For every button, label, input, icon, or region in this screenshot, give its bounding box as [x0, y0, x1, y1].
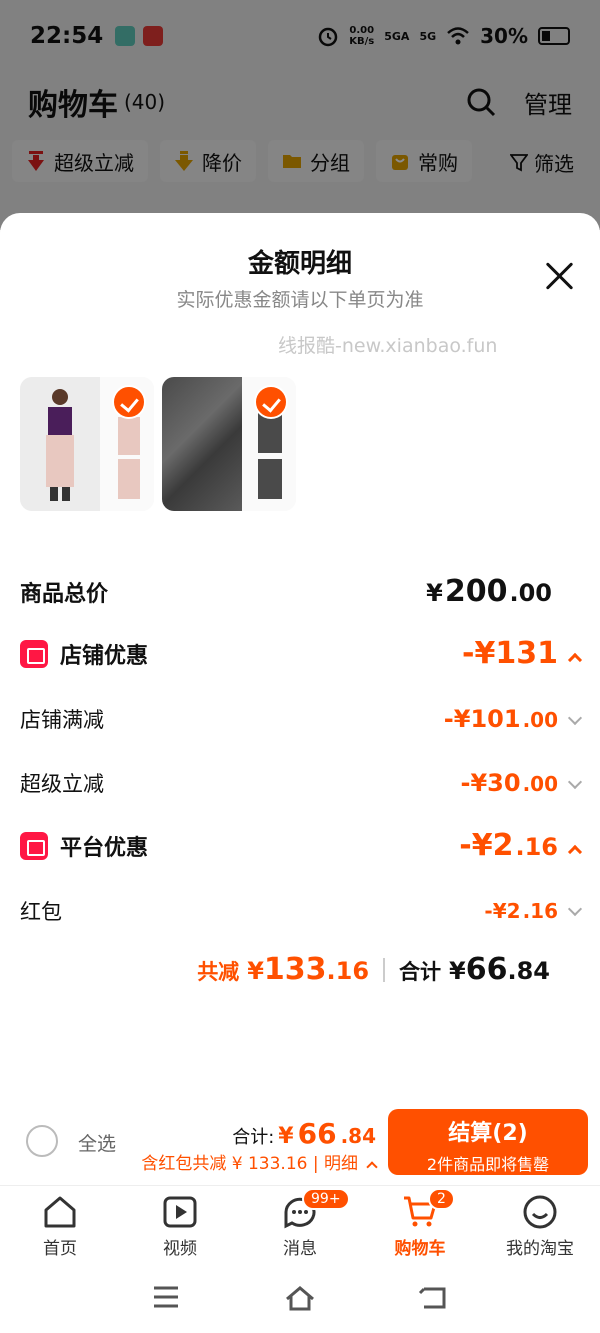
checkout-button[interactable]: 结算(2) 2件商品即将售罄 — [388, 1109, 588, 1175]
close-icon[interactable] — [544, 261, 574, 291]
tab-home[interactable]: 首页 — [0, 1186, 120, 1265]
saved-total: ¥133.16 — [247, 952, 370, 987]
watermark: 线报酷-new.xianbao.fun — [278, 335, 498, 357]
tab-messages[interactable]: 消息 99+ — [240, 1186, 360, 1265]
select-all-radio[interactable] — [26, 1125, 58, 1157]
super-discount-row[interactable]: 超级立减 -¥30.00 — [20, 768, 583, 798]
checkout-discount-note[interactable]: 含红包共减 ¥ 133.16 | 明细 — [141, 1149, 378, 1174]
product-image — [20, 377, 100, 511]
profile-icon — [522, 1194, 558, 1230]
product-thumbnail[interactable] — [162, 377, 296, 511]
product-image — [162, 377, 242, 511]
product-thumbnail[interactable] — [20, 377, 154, 511]
select-all-label[interactable]: 全选 — [78, 1129, 116, 1156]
tab-profile[interactable]: 我的淘宝 — [480, 1186, 600, 1265]
cart-badge: 2 — [428, 1188, 455, 1210]
checkout-total: 合计: ¥66.84 — [232, 1117, 376, 1150]
tab-cart[interactable]: 购物车 2 — [360, 1186, 480, 1265]
red-packet-row[interactable]: 红包 -¥2.16 — [20, 896, 583, 926]
shop-full-reduction-value: -¥101.00 — [444, 705, 583, 733]
yuan-icon — [20, 831, 48, 860]
chevron-down-icon — [567, 710, 583, 726]
super-discount-value: -¥30.00 — [461, 769, 583, 797]
video-icon — [162, 1194, 198, 1230]
home-nav-icon[interactable] — [284, 1285, 316, 1311]
chevron-up-icon — [567, 652, 583, 668]
sheet-subtitle: 实际优惠金额请以下单页为准 — [176, 289, 424, 311]
final-total: ¥66.84 — [449, 952, 550, 987]
total-price-row: 商品总价 ¥200.00 — [20, 574, 552, 609]
dim-overlay — [0, 0, 600, 230]
chevron-down-icon — [567, 774, 583, 790]
red-packet-value: -¥2.16 — [484, 899, 583, 923]
system-nav-bar — [0, 1265, 600, 1333]
divider — [383, 957, 386, 982]
total-price-value: ¥200.00 — [426, 574, 552, 609]
checkout-bar: 全选 合计: ¥66.84 含红包共减 ¥ 133.16 | 明细 结算(2) … — [0, 1105, 600, 1185]
discount-summary: 共减 ¥133.16 合计 ¥66.84 — [197, 952, 550, 987]
bottom-tab-bar: 首页 视频 消息 99+ 购物车 2 我的淘宝 — [0, 1185, 600, 1265]
shop-full-reduction-row[interactable]: 店铺满减 -¥101.00 — [20, 704, 583, 734]
menu-icon[interactable] — [152, 1285, 180, 1309]
sheet-title: 金额明细 — [247, 249, 352, 279]
platform-discount-value: -¥2.16 — [459, 828, 583, 863]
selected-check-icon[interactable] — [254, 385, 288, 419]
shop-icon — [20, 639, 48, 668]
platform-discount-row[interactable]: 平台优惠 -¥2.16 — [20, 828, 583, 863]
chevron-up-icon — [567, 844, 583, 860]
product-thumbnails — [20, 377, 296, 511]
shop-discount-value: -¥131 — [462, 636, 583, 671]
home-icon — [42, 1194, 78, 1230]
chevron-down-icon — [567, 901, 583, 917]
tab-video[interactable]: 视频 — [120, 1186, 240, 1265]
back-icon[interactable] — [418, 1285, 448, 1311]
selected-check-icon[interactable] — [112, 385, 146, 419]
chevron-up-icon — [366, 1161, 378, 1173]
message-badge: 99+ — [302, 1188, 350, 1210]
shop-discount-row[interactable]: 店铺优惠 -¥131 — [20, 636, 583, 671]
